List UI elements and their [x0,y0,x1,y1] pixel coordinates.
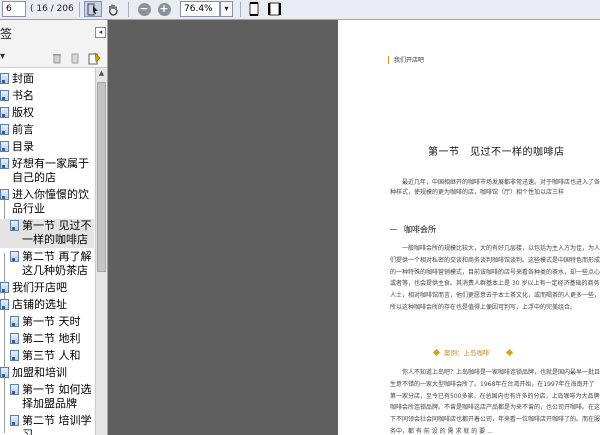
bookmark-label: 我们开店吧 [12,281,67,294]
bookmark-item[interactable]: 目录 [0,140,94,155]
bookmark-label: 封面 [12,72,34,85]
bookmark-label: 第三节 人和 [22,349,81,362]
bookmark-icon [10,251,19,262]
hand-tool-button[interactable] [104,1,122,17]
bookmark-icon [0,90,9,101]
page-number-input[interactable]: 6 [2,1,26,17]
bookmark-icon [0,189,9,200]
running-header: 我们开店吧 [394,57,425,64]
bookmark-item[interactable]: 书名 [0,89,94,104]
bookmark-icon [0,299,9,310]
fit-width-icon [267,2,281,16]
new-bookmark-icon[interactable] [70,53,80,64]
delete-bookmark-icon[interactable] [52,53,62,64]
select-tool-button[interactable] [84,1,102,17]
options-dropdown-icon[interactable]: ▾ [0,51,5,62]
bookmark-item[interactable]: 封面 [0,72,94,87]
document-viewer-background [108,20,338,435]
bookmark-item[interactable]: 第一节 如何选择加盟品牌 [0,383,94,412]
bookmark-label: 好想有一家属于自己的店 [12,157,89,184]
bookmark-item[interactable]: 第一节 天时 [0,315,94,330]
bookmark-item[interactable]: 好想有一家属于自己的店 [0,157,94,186]
collapse-panel-button[interactable]: ◂ [95,27,106,38]
body-paragraph-2: 你人不知道上岛吧？上岛咖啡是一家咖啡连锁品牌，也就是国内最早一批且生意不错的一家… [390,369,600,435]
bookmark-label: 第二节 培训学习 [22,414,92,435]
bookmarks-scrollbar[interactable]: ▲ [95,68,107,435]
bookmark-icon [0,158,9,169]
zoom-out-icon: − [137,1,151,16]
bookmark-item[interactable]: 店铺的选址 [0,298,94,313]
bookmark-item[interactable]: 第二节 地利 [0,332,94,347]
bookmark-item[interactable]: 第二节 再了解这几种奶茶店 [0,250,94,279]
select-tool-icon [87,3,98,15]
bookmark-item[interactable]: 第二节 培训学习 [0,414,94,435]
bookmark-icon [10,384,19,395]
header-marker [388,56,389,64]
section-title: 第一节 见过不一样的咖啡店 [428,147,565,158]
bookmark-label: 第二节 地利 [22,332,81,345]
bookmarks-panel-title: 签 [0,27,13,41]
bookmark-icon [0,73,9,84]
fit-page-button[interactable] [245,1,263,17]
subheading-marker: 一 [390,226,397,234]
fit-page-icon [249,2,259,16]
toolbar-separator [240,2,241,17]
bookmark-item[interactable]: 进入你憧憬的饮品行业 [0,188,94,217]
bookmark-label: 第二节 再了解这几种奶茶店 [22,250,92,277]
bookmark-item[interactable]: 第三节 人和 [0,349,94,364]
zoom-dropdown-icon: ▾ [224,4,229,13]
bookmark-label: 第一节 见过不一样的咖啡店 [22,219,92,246]
bookmark-icon [10,316,19,327]
toolbar-separator [79,2,80,17]
zoom-dropdown-button[interactable]: ▾ [220,1,233,17]
fit-width-button[interactable] [265,1,283,17]
bookmark-icon [10,220,19,231]
subheading: 咖啡会所 [404,225,436,234]
bookmark-icon [10,350,19,361]
zoom-out-button[interactable]: − [135,1,153,17]
case-diamond-left [432,348,441,357]
document-page: 我们开店吧 第一节 见过不一样的咖啡店 最近几年，中国相继开的咖啡市场发展都非常… [338,20,600,435]
zoom-level-input[interactable]: 76.4% [180,1,220,17]
page-count-label: ( 16 / 206 ) [30,4,74,30]
bookmark-label: 前言 [12,123,34,136]
case-diamond-right [505,348,514,357]
bookmark-item[interactable]: 加盟和培训 [0,366,94,381]
bookmark-item[interactable]: 我们开店吧 [0,281,94,296]
bookmark-icon [0,367,9,378]
bookmark-properties-icon[interactable] [88,52,101,65]
bookmark-label: 店铺的选址 [12,298,67,311]
zoom-in-icon: + [157,1,171,16]
bookmark-item[interactable]: 前言 [0,123,94,138]
intro-paragraph: 最近几年，中国相继开的咖啡市场发展都非常迅速。对于咖啡店也进入了各种样式，使规模… [390,179,600,196]
bookmark-icon [0,107,9,118]
bookmark-label: 书名 [12,89,34,102]
bookmark-item[interactable]: 版权 [0,106,94,121]
bookmark-label: 目录 [12,140,34,153]
bookmark-icon [10,333,19,344]
bookmark-icon [0,282,9,293]
toolbar-separator [128,2,129,17]
bookmark-label: 第一节 天时 [22,315,81,328]
bookmarks-panel-header: 签 ◂ [0,20,107,45]
bookmarks-panel: 签 ◂ ▾ 封面 书名 版权 前言 目录 好想有一家属于自己的店 进入你憧憬的饮… [0,20,108,435]
bookmark-tree: 封面 书名 版权 前言 目录 好想有一家属于自己的店 进入你憧憬的饮品行业 第一… [0,68,94,435]
scroll-up-arrow-icon[interactable]: ▲ [96,68,107,79]
bookmark-icon [0,141,9,152]
bookmarks-toolbar: ▾ [0,50,107,68]
bookmark-label: 进入你憧憬的饮品行业 [12,188,89,215]
bookmark-label: 加盟和培训 [12,366,67,379]
hand-tool-icon [109,4,118,16]
bookmark-icon [0,124,9,135]
bookmark-item-selected[interactable]: 第一节 见过不一样的咖啡店 [0,219,94,248]
zoom-in-button[interactable]: + [155,1,173,17]
toolbar: 6 ( 16 / 206 ) − + 76.4% ▾ [0,0,600,30]
bookmark-icon [10,415,19,426]
bookmark-label: 第一节 如何选择加盟品牌 [22,383,92,410]
scrollbar-thumb[interactable] [97,82,106,272]
body-paragraph-1: 一般咖啡会所的规模比较大，大的有好几层楼，以包括为主入方为佳，为人们提供一个相对… [390,245,600,311]
case-label: 案例：上岛咖啡 [444,349,490,357]
bookmark-label: 版权 [12,106,34,119]
